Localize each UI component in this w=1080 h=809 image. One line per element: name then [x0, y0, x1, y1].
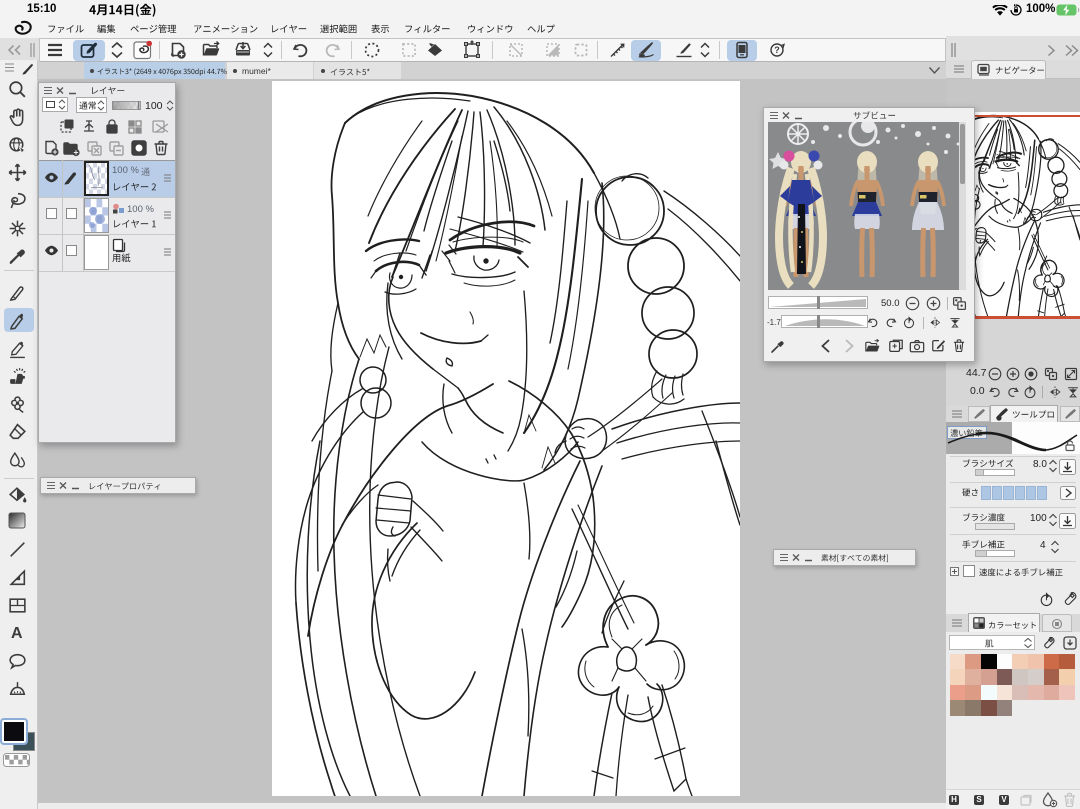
svg-text:?: ?	[774, 45, 780, 55]
